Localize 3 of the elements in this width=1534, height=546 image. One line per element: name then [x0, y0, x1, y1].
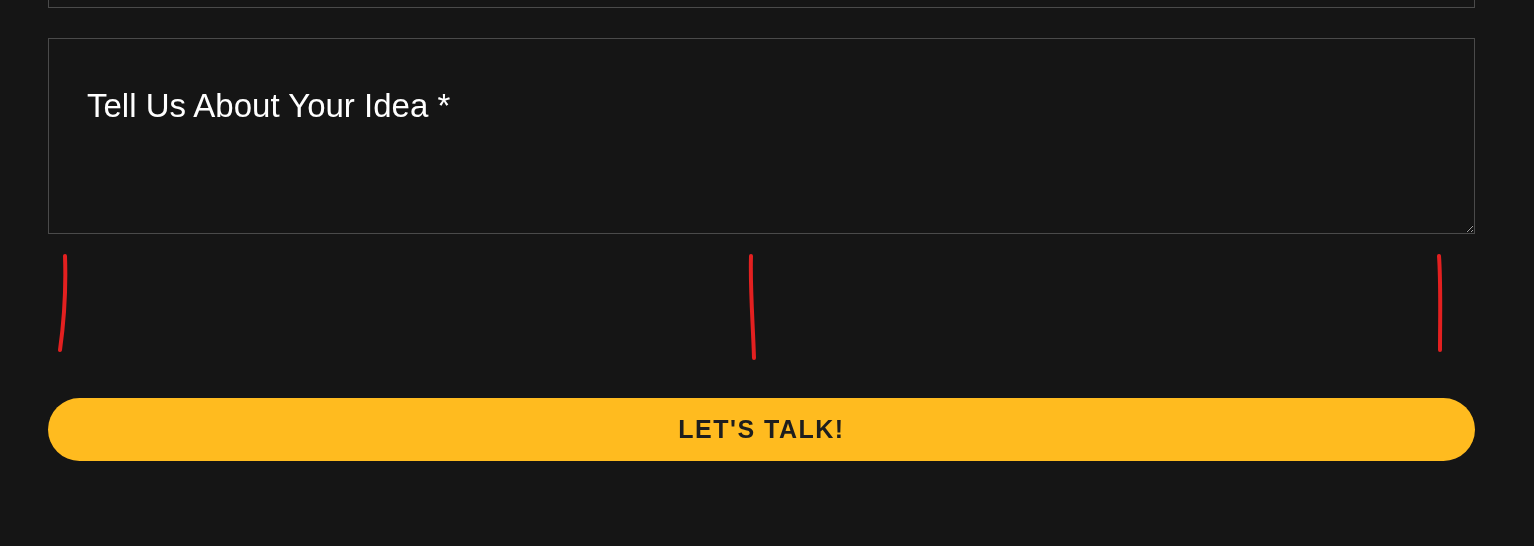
idea-textarea[interactable]: Tell Us About Your Idea *: [48, 38, 1475, 234]
submit-button[interactable]: LET'S TALK!: [48, 398, 1475, 461]
input-field[interactable]: [48, 0, 1475, 8]
